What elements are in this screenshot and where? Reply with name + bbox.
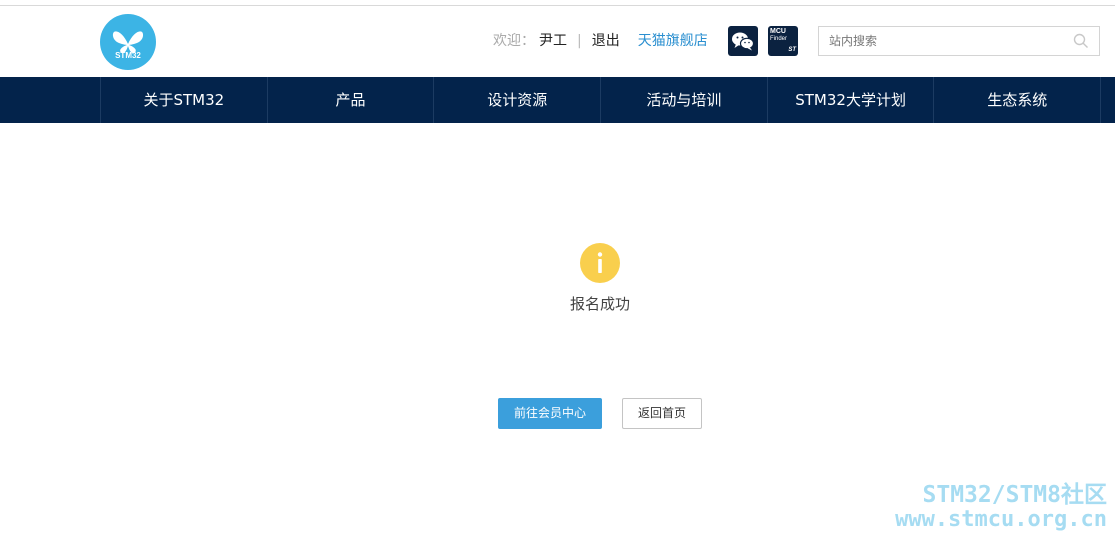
nav-item-ecosystem[interactable]: 生态系统 — [934, 77, 1102, 123]
nav-item-products[interactable]: 产品 — [268, 77, 435, 123]
search-input[interactable] — [819, 27, 1059, 55]
nav-item-university-program[interactable]: STM32大学计划 — [768, 77, 935, 123]
site-search — [818, 26, 1100, 56]
nav-items: 关于STM32 产品 设计资源 活动与培训 STM32大学计划 生态系统 — [100, 77, 1102, 123]
nav-item-design-resources[interactable]: 设计资源 — [434, 77, 602, 123]
logo-text: STM32 — [115, 51, 141, 60]
tmall-store-link[interactable]: 天猫旗舰店 — [638, 32, 708, 50]
success-message: 报名成功 — [569, 295, 630, 313]
site-watermark: STM32/STM8社区 www.stmcu.org.cn — [895, 482, 1107, 532]
search-icon[interactable] — [1073, 33, 1089, 49]
main-nav: 关于STM32 产品 设计资源 活动与培训 STM32大学计划 生态系统 — [0, 77, 1115, 123]
mcu-finder-line1: MCU — [770, 28, 786, 35]
back-home-button[interactable]: 返回首页 — [622, 398, 702, 429]
info-icon — [580, 243, 620, 283]
wechat-icon[interactable] — [728, 26, 758, 56]
watermark-line1: STM32/STM8社区 — [922, 482, 1107, 508]
welcome-label: 欢迎： — [493, 33, 535, 49]
watermark-line2: www.stmcu.org.cn — [895, 507, 1107, 532]
member-center-button[interactable]: 前往会员中心 — [498, 398, 602, 429]
nav-item-events-training[interactable]: 活动与培训 — [601, 77, 768, 123]
site-header: STM32 欢迎： 尹工 | 退出 天猫旗舰店 MCU Finder ST — [0, 6, 1115, 77]
mcu-finder-icon[interactable]: MCU Finder ST — [768, 26, 798, 56]
nav-item-about-stm32[interactable]: 关于STM32 — [101, 77, 268, 123]
logout-link[interactable]: 退出 — [592, 32, 620, 50]
username-link[interactable]: 尹工 — [539, 32, 567, 50]
mcu-finder-line2: Finder — [770, 36, 788, 42]
stm32-logo[interactable]: STM32 — [100, 14, 156, 70]
st-logo: ST — [788, 47, 796, 53]
user-links: 欢迎： 尹工 | 退出 天猫旗舰店 — [493, 32, 708, 50]
butterfly-icon — [112, 31, 144, 54]
separator: | — [577, 33, 582, 49]
